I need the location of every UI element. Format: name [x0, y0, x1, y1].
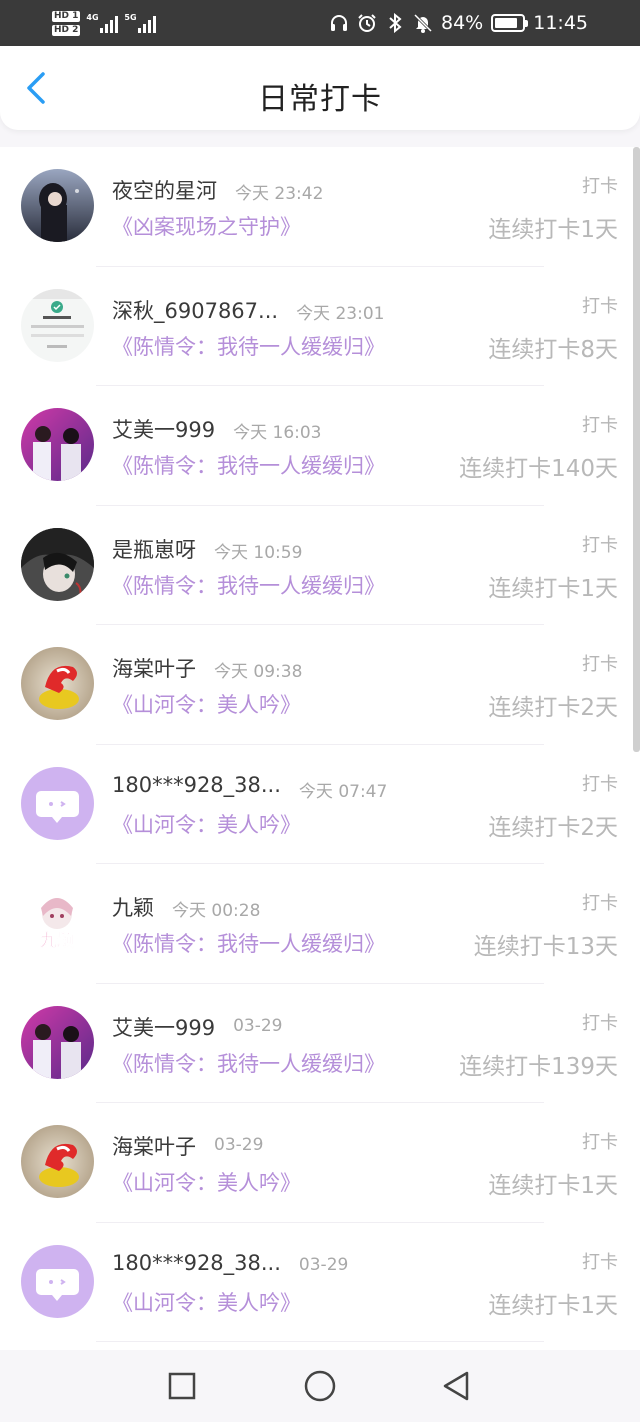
book-title-link[interactable]: 《山河令：美人吟》	[112, 1287, 301, 1317]
list-item[interactable]: 艾美一999 今天 16:03 《陈情令：我待一人缓缓归》 打卡连续打卡140天	[0, 386, 640, 506]
checkin-label: 打卡	[582, 1132, 618, 1153]
home-button[interactable]	[302, 1368, 338, 1404]
system-nav-bar	[0, 1350, 640, 1422]
user-name[interactable]: 180***928_38...	[112, 773, 281, 797]
avatar[interactable]	[21, 527, 94, 601]
avatar[interactable]	[21, 288, 94, 362]
checkin-label: 打卡	[582, 534, 618, 556]
book-title-link[interactable]: 《陈情令：我待一人缓缓归》	[112, 450, 385, 480]
user-name[interactable]: 180***928_38...	[112, 1251, 281, 1275]
checkin-label: 打卡	[582, 176, 618, 197]
checkin-label: 打卡	[582, 1251, 618, 1273]
headphones-icon	[329, 13, 349, 33]
checkin-label: 打卡	[582, 1012, 618, 1034]
streak-count: 连续打卡2天	[488, 814, 618, 841]
user-name[interactable]: 深秋_6907867...	[112, 295, 278, 325]
avatar[interactable]	[21, 1244, 94, 1318]
signal-4g-icon: 4G	[86, 13, 119, 33]
book-title-link[interactable]: 《山河令：美人吟》	[112, 809, 301, 839]
list-item[interactable]: 海棠叶子 03-29 《山河令：美人吟》 打卡连续打卡1天	[0, 1103, 640, 1223]
avatar[interactable]	[21, 1125, 94, 1198]
network-type-5g: 5G	[124, 13, 137, 22]
triangle-back-icon	[443, 1371, 469, 1401]
avatar[interactable]	[21, 169, 94, 242]
user-name[interactable]: 九颖	[112, 892, 154, 922]
list-item[interactable]: 九颖 九颖 今天 00:28 《陈情令：我待一人缓缓归》 打卡 连续打卡13天	[0, 864, 640, 984]
network-type-4g: 4G	[86, 13, 99, 22]
list-item[interactable]: 是瓶崽呀 今天 10:59 《陈情令：我待一人缓缓归》 打卡连续打卡1天	[0, 506, 640, 626]
bell-off-icon	[413, 13, 433, 33]
checkin-time: 今天 23:42	[235, 184, 324, 204]
page-title: 日常打卡	[258, 82, 382, 117]
square-icon	[168, 1372, 196, 1400]
streak-count: 连续打卡1天	[488, 1173, 618, 1199]
book-title-link[interactable]: 《陈情令：我待一人缓缓归》	[112, 1048, 385, 1078]
signal-5g-icon: 5G	[124, 13, 157, 33]
status-bar: HD 1 HD 2 4G 5G 84% 11:45	[0, 0, 640, 46]
book-title-link[interactable]: 《陈情令：我待一人缓缓归》	[112, 928, 385, 958]
user-name[interactable]: 是瓶崽呀	[112, 534, 196, 564]
back-nav-button[interactable]	[438, 1368, 474, 1404]
scrollbar[interactable]	[633, 147, 640, 752]
checkin-label: 打卡	[582, 654, 618, 675]
streak-count: 连续打卡8天	[488, 336, 618, 363]
battery-icon	[491, 14, 529, 32]
user-name[interactable]: 海棠叶子	[112, 1131, 196, 1161]
bluetooth-icon	[385, 13, 405, 33]
streak-count: 连续打卡1天	[488, 1292, 618, 1319]
avatar[interactable]	[21, 408, 94, 481]
battery-percent: 84%	[441, 12, 484, 34]
hd1-badge: HD 1	[52, 10, 81, 22]
list-item[interactable]: 艾美一999 03-29 《陈情令：我待一人缓缓归》 打卡连续打卡139天	[0, 984, 640, 1104]
book-title-link[interactable]: 《凶案现场之守护》	[112, 211, 301, 241]
streak-count: 连续打卡2天	[488, 695, 618, 721]
streak-count: 连续打卡1天	[488, 217, 618, 243]
network-indicators: HD 1 HD 2 4G 5G	[52, 6, 157, 40]
list-item[interactable]: 180***928_38... 今天 07:47 《山河令：美人吟》 打卡连续打卡2天	[0, 745, 640, 865]
book-title-link[interactable]: 《陈情令：我待一人缓缓归》	[112, 570, 385, 600]
list-item[interactable]: 深秋_6907867... 今天 23:01 《陈情令：我待一人缓缓归》 打卡连续打卡…	[0, 267, 640, 387]
streak-count: 连续打卡140天	[459, 456, 618, 482]
checkin-label: 打卡	[582, 415, 618, 436]
streak-count: 连续打卡139天	[459, 1053, 618, 1080]
checkin-time: 今天 16:03	[233, 423, 322, 443]
user-name[interactable]: 夜空的星河	[112, 175, 217, 205]
streak-count: 连续打卡13天	[473, 934, 618, 960]
avatar[interactable]: 九颖	[21, 886, 94, 959]
checkin-time: 今天 07:47	[298, 781, 388, 802]
checkin-time: 今天 23:01	[296, 303, 385, 324]
checkin-label: 打卡	[582, 295, 618, 317]
avatar[interactable]	[21, 766, 94, 840]
user-name[interactable]: 艾美一999	[112, 414, 215, 444]
checkin-label: 打卡	[582, 893, 618, 914]
recent-apps-button[interactable]	[164, 1368, 200, 1404]
streak-count: 连续打卡1天	[488, 575, 618, 602]
checkin-label: 打卡	[582, 773, 618, 795]
checkin-time: 今天 09:38	[214, 662, 303, 682]
alarm-icon	[357, 13, 377, 33]
checkin-time: 03-29	[298, 1254, 349, 1275]
user-name[interactable]: 艾美一999	[112, 1012, 215, 1042]
book-title-link[interactable]: 《陈情令：我待一人缓缓归》	[112, 331, 385, 361]
circle-icon	[304, 1370, 336, 1402]
avatar[interactable]	[21, 1005, 94, 1079]
clock: 11:45	[533, 12, 588, 34]
hd2-badge: HD 2	[52, 24, 81, 36]
checkin-list[interactable]: 夜空的星河 今天 23:42 《凶案现场之守护》 打卡 连续打卡1天 深秋_6907867…	[0, 147, 640, 1350]
checkin-time: 今天 00:28	[172, 901, 261, 921]
checkin-time: 今天 10:59	[214, 542, 303, 563]
book-title-link[interactable]: 《山河令：美人吟》	[112, 1167, 301, 1197]
avatar[interactable]	[21, 647, 94, 720]
list-item[interactable]: 夜空的星河 今天 23:42 《凶案现场之守护》 打卡连续打卡1天	[0, 147, 640, 267]
user-name[interactable]: 海棠叶子	[112, 653, 196, 683]
checkin-time: 03-29	[233, 1015, 283, 1036]
book-title-link[interactable]: 《山河令：美人吟》	[112, 689, 301, 719]
svg-text:九颖: 九颖	[39, 930, 74, 951]
list-item[interactable]: 180***928_38... 03-29 《山河令：美人吟》 打卡连续打卡1天	[0, 1223, 640, 1343]
checkin-time: 03-29	[214, 1135, 264, 1155]
app-header: 日常打卡	[0, 46, 640, 130]
list-item[interactable]: 海棠叶子 今天 09:38 《山河令：美人吟》 打卡连续打卡2天	[0, 625, 640, 745]
